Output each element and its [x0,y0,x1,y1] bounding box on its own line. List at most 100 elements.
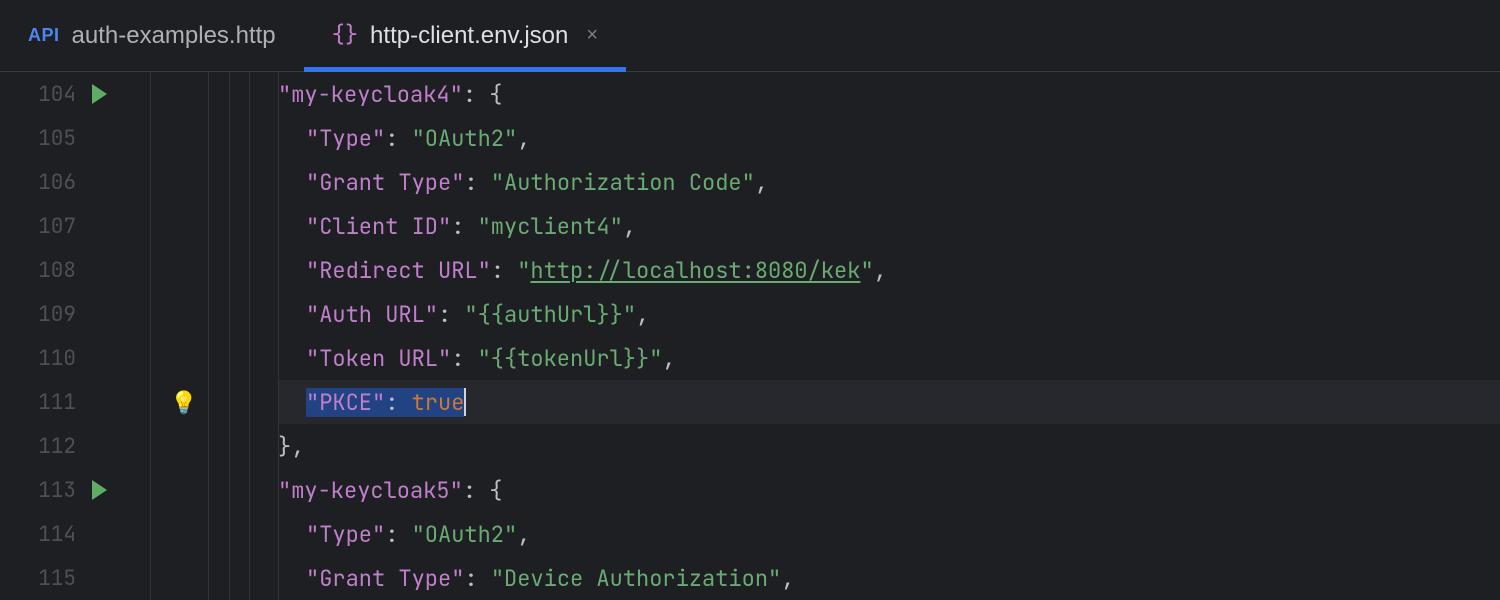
code-line[interactable]: "Grant Type": "Authorization Code", [278,160,1500,204]
indent-guide [278,204,279,248]
token-punc: : [451,344,477,373]
line-number: 113 [0,477,82,504]
token-str: "OAuth2" [412,520,518,549]
indent-guide [278,116,279,160]
gutter-row: 108 [0,248,249,292]
line-number: 114 [0,521,82,548]
code-editor[interactable]: 104 105 106 107 108 109 110 111 💡 112 113 114 115 "m… [0,72,1500,600]
token-punc: , [517,520,530,549]
gutter-row: 113 [0,468,249,512]
indent-guide [278,380,279,424]
text-caret [464,388,466,416]
token-punc: : [464,564,490,593]
code-line[interactable]: "my-keycloak4": { [278,72,1500,116]
token-key: "Token URL" [306,344,451,373]
token-str: " [517,256,530,285]
token-punc: , [636,300,649,329]
code-line[interactable]: "Redirect URL": "http://localhost:8080/k… [278,248,1500,292]
line-number: 105 [0,125,82,152]
line-number: 109 [0,301,82,328]
gutter-row: 115 [0,556,249,600]
intention-bulb-icon[interactable]: 💡 [170,388,197,417]
token-str: "Authorization Code" [491,168,755,197]
line-number: 107 [0,213,82,240]
token-punc: : [464,168,490,197]
indent-guide [278,248,279,292]
code-line[interactable]: "Grant Type": "Device Authorization", [278,556,1500,600]
token-punc: : { [463,476,503,505]
token-key: "Redirect URL" [306,256,491,285]
token-punc: , [517,124,530,153]
code-area[interactable]: "my-keycloak4": {"Type": "OAuth2","Grant… [250,72,1500,600]
token-str: "{{authUrl}}" [464,300,636,329]
code-line[interactable]: "Token URL": "{{tokenUrl}}", [278,336,1500,380]
code-line[interactable]: "PKCE": true [278,380,1500,424]
token-punc: : [385,124,411,153]
token-punc: , [781,564,794,593]
code-line[interactable]: }, [278,424,1500,468]
code-line[interactable]: "Type": "OAuth2", [278,512,1500,556]
token-str: "OAuth2" [412,124,518,153]
tab-label: auth-examples.http [72,22,276,50]
token-punc: : { [463,80,503,109]
token-punc: : [438,300,464,329]
token-punc: : [385,388,411,417]
token-punc: , [755,168,768,197]
token-key: "Auth URL" [306,300,438,329]
indent-guide [278,292,279,336]
gutter-row: 105 [0,116,249,160]
token-key: "Type" [306,520,385,549]
token-punc: }, [278,432,304,461]
code-line[interactable]: "Type": "OAuth2", [278,116,1500,160]
token-str: "myclient4" [478,212,623,241]
token-key: "Grant Type" [306,564,464,593]
token-punc: : [451,212,477,241]
tab-label: http-client.env.json [370,22,568,50]
token-punc: , [623,212,636,241]
token-str: "{{tokenUrl}}" [478,344,663,373]
line-number: 106 [0,169,82,196]
token-key: "PKCE" [306,388,385,417]
gutter-row: 106 [0,160,249,204]
gutter-row: 111 💡 [0,380,249,424]
line-number: 104 [0,81,82,108]
token-punc: , [662,344,675,373]
line-number: 110 [0,345,82,372]
token-punc: : [491,256,517,285]
token-key: "my-keycloak4" [278,80,463,109]
editor-tab[interactable]: API auth-examples.http [0,0,304,71]
token-punc: , [874,256,887,285]
line-number: 111 [0,389,82,416]
close-icon[interactable]: × [586,24,598,47]
gutter-row: 107 [0,204,249,248]
token-key: "my-keycloak5" [278,476,463,505]
code-line[interactable]: "my-keycloak5": { [278,468,1500,512]
gutter-row: 104 [0,72,249,116]
indent-guide [278,336,279,380]
indent-guide [278,468,279,512]
line-number: 115 [0,565,82,592]
api-file-icon: API [28,25,60,46]
run-gutter-icon[interactable] [92,84,107,104]
indent-guide [278,72,279,116]
token-link: http://localhost:8080/kek [530,256,860,285]
gutter-row: 112 [0,424,249,468]
line-number: 108 [0,257,82,284]
code-line[interactable]: "Auth URL": "{{authUrl}}", [278,292,1500,336]
gutter-row: 114 [0,512,249,556]
indent-guide [278,512,279,556]
code-line[interactable]: "Client ID": "myclient4", [278,204,1500,248]
editor-tab[interactable]: {}http-client.env.json× [304,0,626,71]
gutter-row: 110 [0,336,249,380]
token-key: "Grant Type" [306,168,464,197]
editor-gutter: 104 105 106 107 108 109 110 111 💡 112 113 114 115 [0,72,250,600]
run-gutter-icon[interactable] [92,480,107,500]
token-str: "Device Authorization" [491,564,781,593]
indent-guide [278,424,279,468]
gutter-row: 109 [0,292,249,336]
token-kw: true [412,388,465,417]
token-punc: : [385,520,411,549]
line-number: 112 [0,433,82,460]
editor-tab-bar: APIauth-examples.http{}http-client.env.j… [0,0,1500,72]
token-key: "Client ID" [306,212,451,241]
